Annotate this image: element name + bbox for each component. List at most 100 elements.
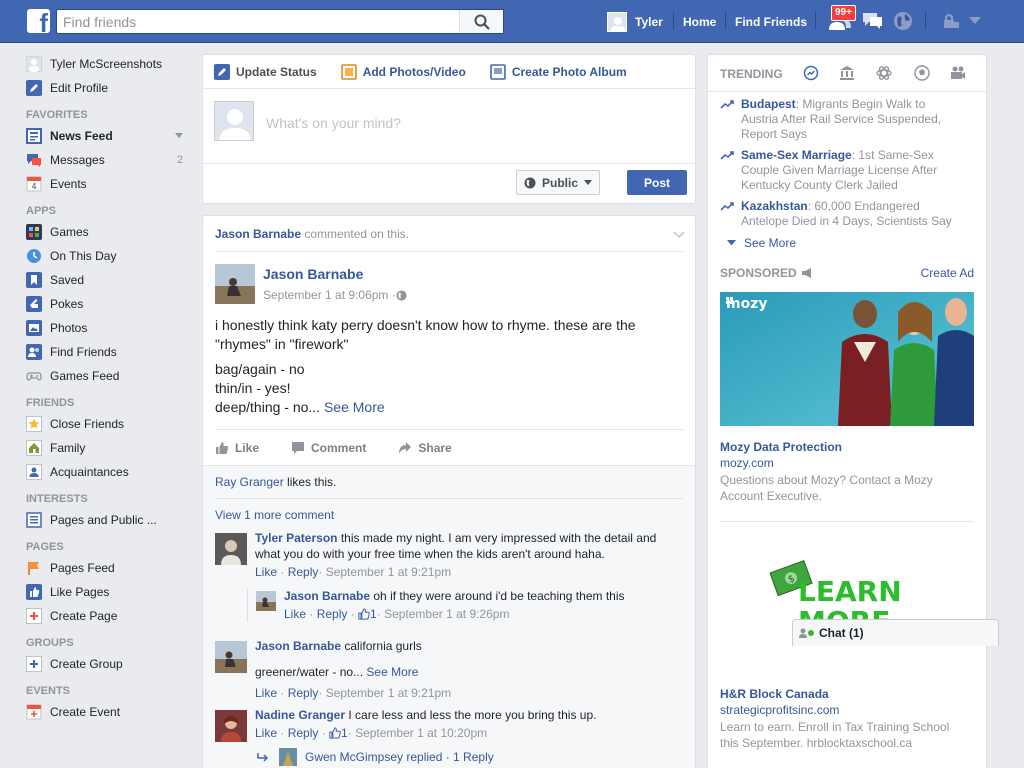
commenter-name-link[interactable]: Tyler Paterson	[255, 531, 337, 545]
composer-placeholder[interactable]: What's on your mind?	[266, 115, 401, 131]
commenter-name-link[interactable]: Jason Barnabe	[255, 639, 341, 653]
commenter-avatar[interactable]	[215, 641, 247, 673]
facebook-logo[interactable]: f	[27, 9, 50, 33]
plus-icon	[26, 656, 42, 672]
sidebar-item-profile[interactable]: Tyler McScreenshots	[26, 52, 191, 76]
sidebar-item-close-friends[interactable]: Close Friends	[26, 412, 191, 436]
ad-title-link[interactable]: Mozy Data Protection	[720, 440, 842, 454]
comment-reply-link[interactable]: Reply	[288, 725, 319, 741]
ad-url-link[interactable]: strategicprofitsinc.com	[720, 703, 839, 717]
nav-home-link[interactable]: Home	[683, 0, 716, 43]
mozy-ad-image[interactable]: mozy	[720, 292, 974, 426]
liker-name-link[interactable]: Ray Granger	[215, 475, 284, 489]
sidebar-item-pages-feed[interactable]: Pages Feed	[26, 556, 191, 580]
comment-reply-link[interactable]: Reply	[288, 685, 319, 701]
trending-item[interactable]: Kazakhstan: 60,000 Endangered Antelope D…	[720, 199, 960, 229]
sidebar-item-photos[interactable]: Photos	[26, 316, 191, 340]
account-menu-chevron-icon[interactable]	[962, 8, 988, 34]
replies-summary-text[interactable]: Gwen McGimpsey replied · 1 Reply	[305, 749, 494, 765]
trending-top-icon[interactable]	[803, 65, 819, 81]
sidebar-item-saved[interactable]: Saved	[26, 268, 191, 292]
replies-summary[interactable]: Gwen McGimpsey replied · 1 Reply	[257, 748, 657, 766]
search-button[interactable]	[459, 10, 503, 33]
commenter-avatar[interactable]	[215, 710, 247, 742]
post-line-text: deep/thing - no...	[215, 399, 324, 415]
tab-update-status[interactable]: Update Status	[214, 55, 317, 89]
see-more-link[interactable]: See More	[366, 665, 418, 679]
trending-topic[interactable]: Budapest	[741, 97, 796, 111]
sidebar-item-acquaintances[interactable]: Acquaintances	[26, 460, 191, 484]
sidebar-item-news-feed[interactable]: News Feed	[26, 124, 191, 148]
view-more-comments-link[interactable]: View 1 more comment	[215, 508, 334, 522]
sidebar-item-pokes[interactable]: Pokes	[26, 292, 191, 316]
search-input[interactable]	[57, 10, 457, 33]
nav-profile-link[interactable]: Tyler	[607, 0, 663, 43]
story-options-chevron-icon[interactable]	[673, 228, 685, 242]
comment-like-link[interactable]: Like	[255, 564, 277, 580]
comment-body: greener/water - no...	[255, 665, 367, 679]
ad-title-link[interactable]: H&R Block Canada	[720, 687, 829, 701]
comment-time[interactable]: · September 1 at 9:21pm	[318, 564, 451, 580]
post-timestamp[interactable]: September 1 at 9:06pm ·	[263, 288, 407, 302]
nav-find-friends-link[interactable]: Find Friends	[735, 0, 807, 43]
see-more-link[interactable]: See More	[324, 399, 385, 415]
science-atom-icon[interactable]	[876, 65, 892, 81]
commenter-name-link[interactable]: Nadine Granger	[255, 708, 345, 722]
sidebar-item-create-group[interactable]: Create Group	[26, 652, 191, 676]
hr-block-ad-image[interactable]: $ LEARN MORE	[720, 545, 974, 675]
author-name-link[interactable]: Jason Barnabe	[263, 266, 363, 282]
sports-ball-icon[interactable]	[914, 65, 930, 81]
comment-time[interactable]: · September 1 at 10:20pm	[348, 725, 487, 741]
ad-url-link[interactable]: mozy.com	[720, 456, 774, 470]
sidebar-item-edit-profile[interactable]: Edit Profile	[26, 76, 191, 100]
tab-add-photos-video[interactable]: Add Photos/Video	[340, 55, 466, 89]
sidebar-item-events[interactable]: 4 Events	[26, 172, 191, 196]
privacy-shortcuts-icon[interactable]	[938, 8, 964, 34]
sidebar-item-create-page[interactable]: Create Page	[26, 604, 191, 628]
sidebar-item-pages-public[interactable]: Pages and Public ...	[26, 508, 191, 532]
trending-item[interactable]: Same-Sex Marriage: 1st Same-Sex Couple G…	[720, 148, 960, 193]
comment-time[interactable]: · September 1 at 9:21pm	[318, 685, 451, 701]
comment-like-link[interactable]: Like	[255, 725, 277, 741]
like-button[interactable]: Like	[215, 441, 259, 455]
trending-topic[interactable]: Kazakhstan	[741, 199, 808, 213]
commenter-avatar[interactable]	[215, 533, 247, 565]
commenter-name-link[interactable]: Jason Barnabe	[284, 589, 370, 603]
trending-item[interactable]: Budapest: Migrants Begin Walk to Austria…	[720, 97, 960, 142]
politics-building-icon[interactable]	[839, 65, 855, 81]
comment-like-link[interactable]: Like	[255, 685, 277, 701]
share-button[interactable]: Share	[398, 441, 452, 455]
comment-reply-link[interactable]: Reply	[288, 564, 319, 580]
context-name-link[interactable]: Jason Barnabe	[215, 227, 301, 241]
sidebar-item-games[interactable]: Games	[26, 220, 191, 244]
chat-tab[interactable]: Chat (1)	[792, 619, 999, 646]
trending-topic[interactable]: Same-Sex Marriage	[741, 148, 852, 162]
tab-create-photo-album[interactable]: Create Photo Album	[490, 55, 627, 89]
comment-reply-link[interactable]: Reply	[317, 606, 348, 622]
comment-like-count[interactable]: 1	[341, 725, 348, 741]
post-button[interactable]: Post	[627, 170, 687, 195]
comment-button[interactable]: Comment	[291, 441, 366, 455]
comment-like-count[interactable]: 1	[370, 606, 377, 622]
sidebar-item-like-pages[interactable]: Like Pages	[26, 580, 191, 604]
author-avatar[interactable]	[215, 264, 255, 304]
messages-icon[interactable]	[859, 8, 885, 34]
comment-like-link[interactable]: Like	[284, 606, 306, 622]
feed-story: Jason Barnabe commented on this. Jason B…	[202, 215, 696, 768]
sidebar-item-find-friends[interactable]: Find Friends	[26, 340, 191, 364]
composer-body[interactable]: What's on your mind?	[203, 89, 695, 164]
pages-list-icon	[26, 512, 42, 528]
comment-time[interactable]: · September 1 at 9:26pm	[377, 606, 510, 622]
globe-notifications-icon[interactable]	[890, 8, 916, 34]
sidebar-item-messages[interactable]: Messages 2	[26, 148, 191, 172]
privacy-selector-button[interactable]: Public	[516, 170, 600, 195]
sidebar-item-games-feed[interactable]: Games Feed	[26, 364, 191, 388]
sidebar-item-create-event[interactable]: Create Event	[26, 700, 191, 724]
commenter-avatar[interactable]	[256, 591, 276, 611]
trending-see-more-link[interactable]: See More	[727, 236, 796, 250]
entertainment-camera-icon[interactable]	[950, 65, 966, 81]
sidebar-item-family[interactable]: Family	[26, 436, 191, 460]
create-ad-link[interactable]: Create Ad	[921, 266, 974, 280]
sidebar-item-on-this-day[interactable]: On This Day	[26, 244, 191, 268]
chevron-down-icon[interactable]	[175, 130, 183, 142]
